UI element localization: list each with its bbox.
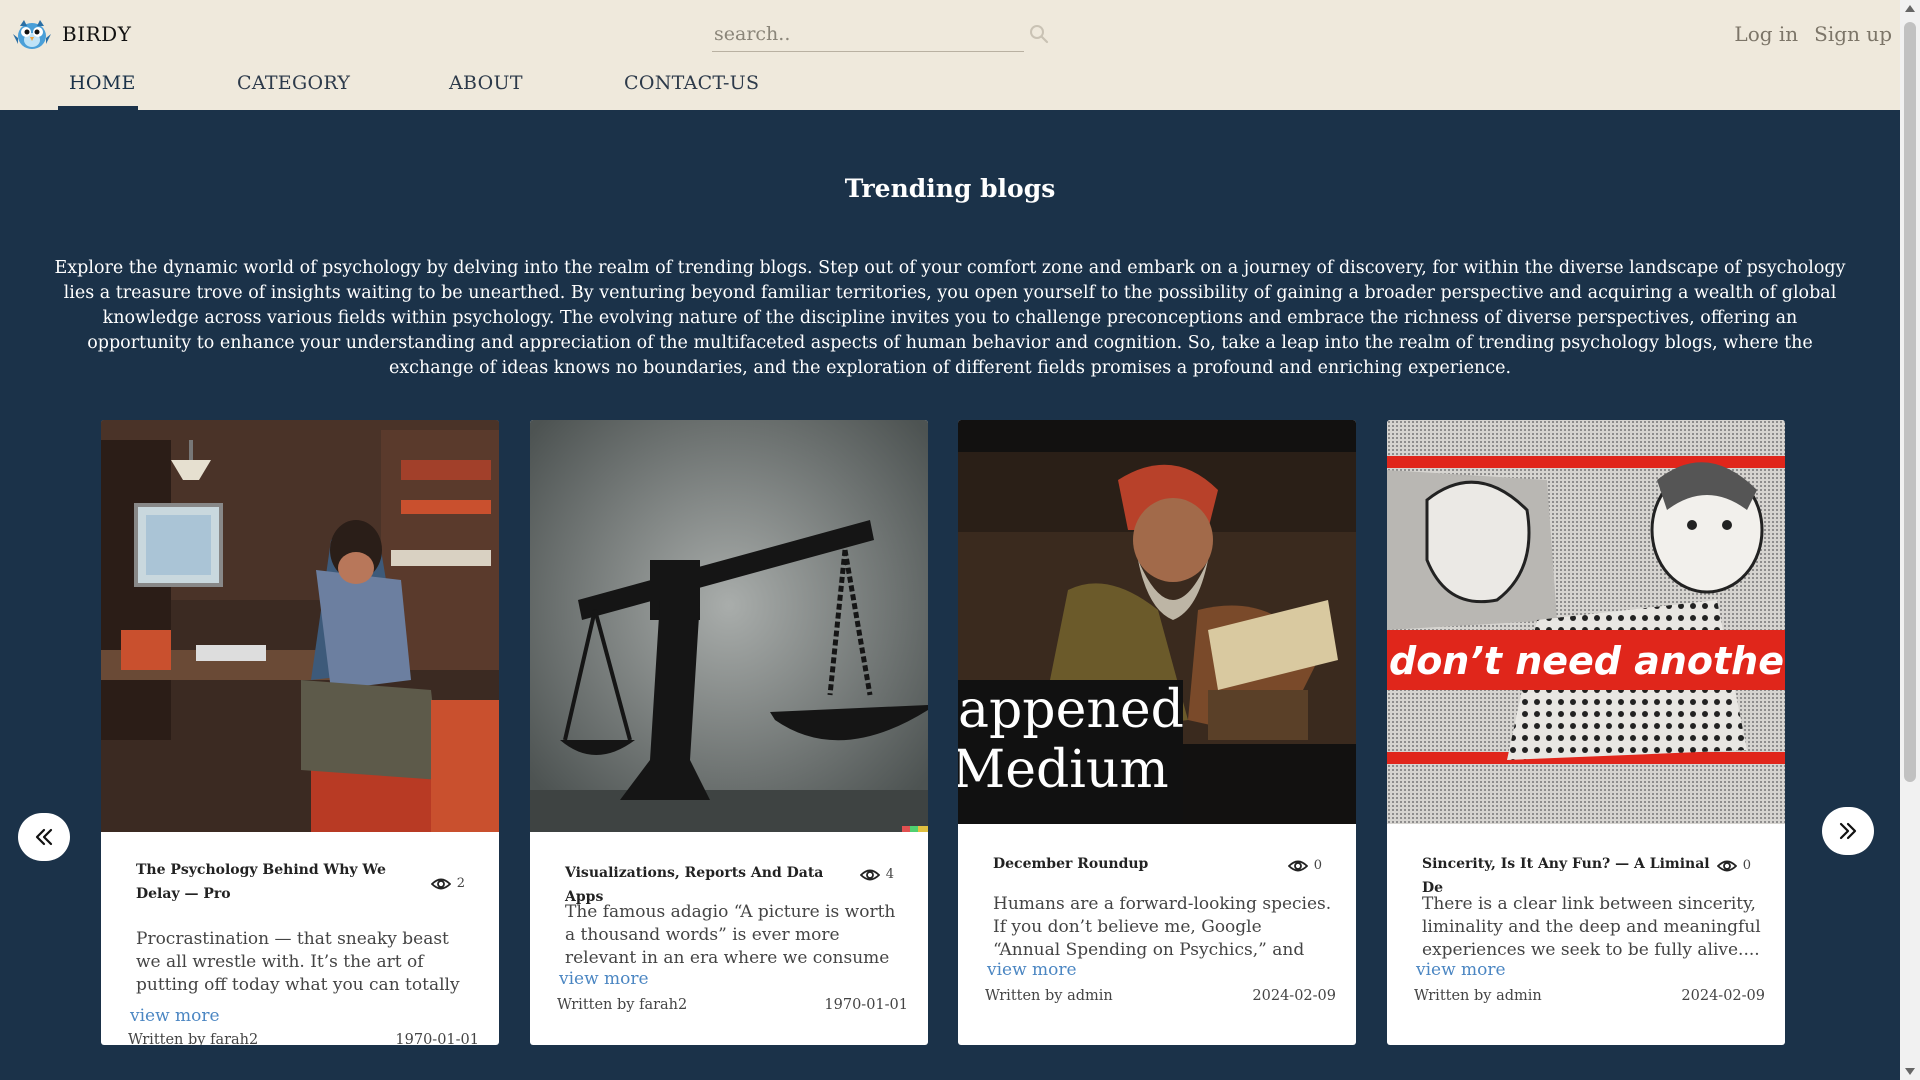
eye-icon (1716, 860, 1737, 871)
view-count: 2 (430, 876, 465, 891)
login-link[interactable]: Log in (1734, 22, 1798, 46)
man-typing-illustration (101, 420, 499, 832)
view-count: 0 (1287, 858, 1322, 873)
view-more-link[interactable]: view more (130, 1006, 220, 1026)
brand[interactable]: BIRDY (12, 14, 131, 54)
image-overlay-text: don’t need another h (1389, 639, 1785, 683)
blog-card-excerpt: There is a clear link between sincerity,… (1422, 894, 1761, 960)
blog-card-excerpt: The famous adagio “A picture is worth a … (565, 902, 896, 968)
blog-card-excerpt: Humans are a forward-looking species. If… (993, 894, 1332, 960)
blog-card-date: 1970-01-01 (395, 1032, 479, 1045)
blog-card-date: 1970-01-01 (824, 997, 908, 1013)
scholar-painting-image: appened Medium (958, 420, 1356, 824)
bird-logo-icon (13, 20, 51, 49)
carousel-next-button[interactable] (1822, 807, 1874, 855)
image-overlay-text-1: appened (958, 680, 1184, 740)
nav-home[interactable]: HOME (69, 72, 136, 94)
search-box (712, 18, 1024, 52)
blog-card-excerpt: Procrastination — that sneaky beast we a… (136, 929, 460, 995)
blog-card-author: Written by farah2 (128, 1032, 259, 1045)
double-chevron-left-icon (35, 828, 53, 846)
view-count-value: 0 (1742, 858, 1751, 873)
blog-card-image[interactable] (101, 420, 499, 832)
nav-about[interactable]: ABOUT (449, 72, 523, 94)
view-count-value: 2 (456, 876, 465, 891)
blog-card-image[interactable]: don’t need another h (1387, 420, 1785, 824)
blog-card-author: Written by admin (1414, 988, 1542, 1004)
blog-card[interactable]: Visualizations, Reports And Data Apps 4 … (530, 420, 928, 1045)
view-more-link[interactable]: view more (987, 960, 1077, 980)
auth-links: Log in Sign up (1734, 22, 1892, 46)
image-overlay-text-2: Medium (958, 740, 1169, 800)
blog-card-date: 2024-02-09 (1252, 988, 1336, 1004)
blog-card-author: Written by farah2 (557, 997, 688, 1013)
brand-name: BIRDY (62, 22, 132, 46)
eye-icon (430, 878, 451, 889)
blog-card[interactable]: The Psychology Behind Why We Delay — Pro… (101, 420, 499, 1045)
view-count: 0 (1716, 858, 1751, 873)
eye-icon (859, 869, 880, 880)
blog-card-title[interactable]: The Psychology Behind Why We Delay — Pro (136, 858, 426, 906)
view-count-value: 0 (1313, 858, 1322, 873)
view-count: 4 (859, 867, 894, 882)
active-nav-indicator (58, 106, 138, 110)
search-input[interactable] (712, 18, 1024, 50)
scroll-down-arrow-icon[interactable] (1905, 1068, 1915, 1075)
scrollbar-thumb[interactable] (1904, 22, 1916, 782)
section-intro: Explore the dynamic world of psychology … (54, 258, 1846, 378)
scale-silhouette-image (530, 420, 928, 832)
nav-contact-us[interactable]: CONTACT-US (624, 72, 759, 94)
blog-card[interactable]: don’t need another h Sincerity, Is It An… (1387, 420, 1785, 1045)
double-chevron-right-icon (1839, 822, 1857, 840)
blog-card-image[interactable] (530, 420, 928, 832)
pop-art-image: don’t need another h (1387, 420, 1785, 824)
section-title: Trending blogs (844, 174, 1056, 203)
view-more-link[interactable]: view more (559, 969, 649, 989)
search-icon[interactable] (1029, 24, 1049, 44)
nav-category[interactable]: CATEGORY (237, 72, 350, 94)
blog-card-image[interactable]: appened Medium (958, 420, 1356, 824)
top-header: BIRDY Log in Sign up HOME CATEGORY ABOUT… (0, 0, 1900, 110)
scroll-up-arrow-icon[interactable] (1905, 5, 1915, 12)
main-nav: HOME CATEGORY ABOUT CONTACT-US (0, 68, 900, 110)
eye-icon (1287, 860, 1308, 871)
view-more-link[interactable]: view more (1416, 960, 1506, 980)
page-scrollbar[interactable] (1900, 0, 1920, 1080)
carousel-prev-button[interactable] (18, 813, 70, 861)
blog-card-author: Written by admin (985, 988, 1113, 1004)
view-count-value: 4 (885, 867, 894, 882)
blog-card-title[interactable]: December Roundup (993, 852, 1283, 876)
blog-card[interactable]: appened Medium December Roundup 0 Humans… (958, 420, 1356, 1045)
blog-card-date: 2024-02-09 (1681, 988, 1765, 1004)
signup-link[interactable]: Sign up (1814, 22, 1892, 46)
